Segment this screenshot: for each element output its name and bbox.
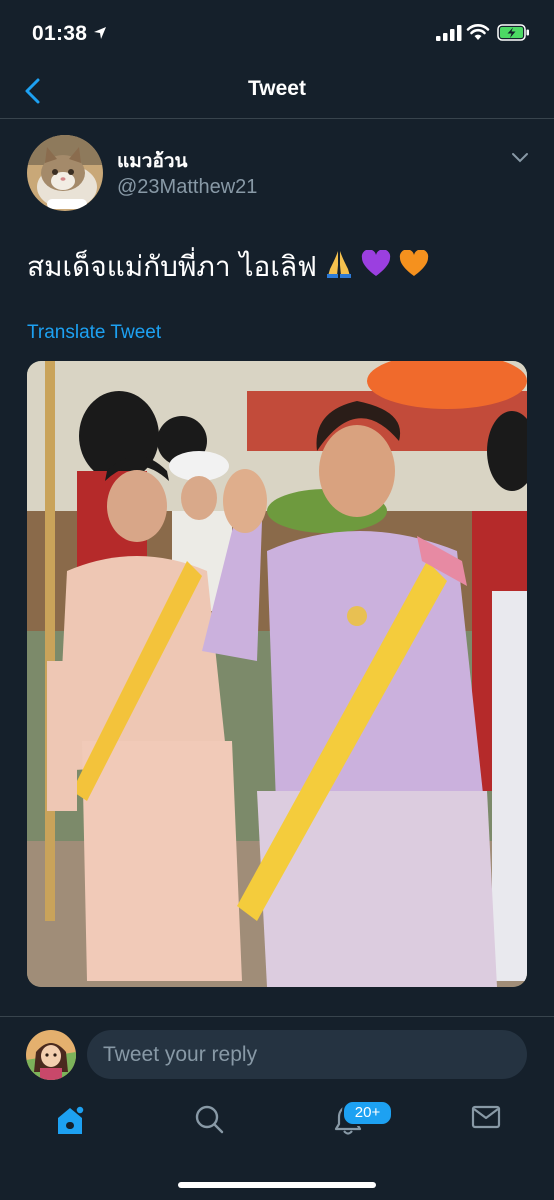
wifi-icon <box>466 24 490 40</box>
orange-heart-emoji <box>399 248 429 285</box>
author-avatar[interactable] <box>27 135 103 211</box>
reply-placeholder: Tweet your reply <box>103 1043 258 1066</box>
tweet-text-body: สมเด็จแม่กับพี่ภา ไอเลิฟ <box>27 250 317 283</box>
translate-tweet-link[interactable]: Translate Tweet <box>27 322 161 344</box>
home-indicator[interactable] <box>178 1182 376 1188</box>
cellular-signal-icon <box>436 25 462 41</box>
tweet-photo-image <box>27 361 527 987</box>
status-bar: 01:38 <box>0 0 554 66</box>
author-handle[interactable]: @23Matthew21 <box>117 176 257 199</box>
mail-icon[interactable] <box>471 1104 501 1130</box>
cat-avatar-image <box>27 135 103 211</box>
folded-hands-emoji <box>325 249 353 286</box>
reply-input[interactable]: Tweet your reply <box>87 1030 527 1079</box>
battery-charging-icon <box>497 24 529 41</box>
author-display-name[interactable]: แมวอ้วน <box>117 146 188 176</box>
chevron-down-icon[interactable] <box>511 152 529 164</box>
home-icon[interactable] <box>54 1104 86 1136</box>
page-title: Tweet <box>248 77 306 100</box>
nav-bar: Tweet <box>0 66 554 119</box>
location-arrow-icon <box>94 27 106 39</box>
notification-badge: 20+ <box>342 1100 393 1126</box>
status-time: 01:38 <box>32 22 88 45</box>
divider <box>0 1016 554 1017</box>
purple-heart-emoji <box>361 248 391 285</box>
tweet-photo[interactable] <box>27 361 527 987</box>
my-avatar[interactable] <box>26 1030 76 1080</box>
tweet-text: สมเด็จแม่กับพี่ภา ไอเลิฟ <box>27 245 429 289</box>
search-icon[interactable] <box>194 1104 224 1134</box>
my-avatar-image <box>26 1030 76 1080</box>
